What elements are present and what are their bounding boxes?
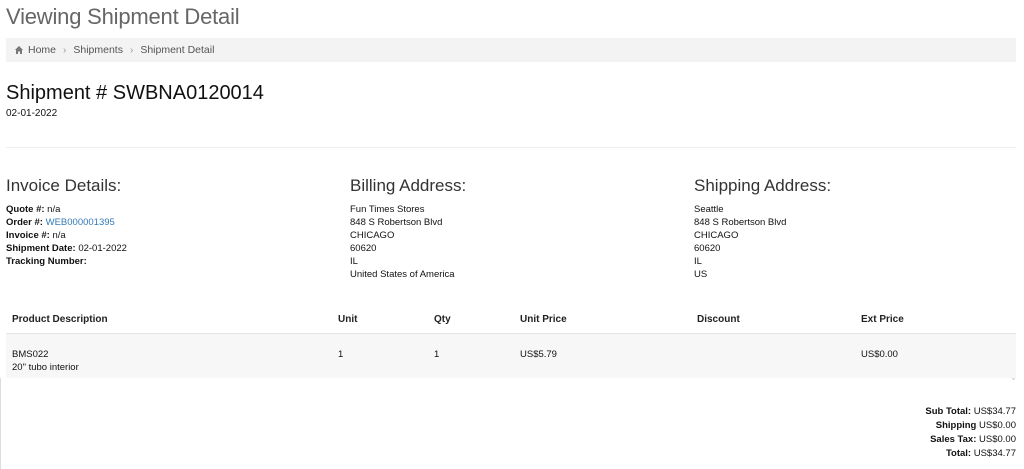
billing-address-heading: Billing Address:	[350, 176, 467, 195]
shipping-address-section: Shipping Address: Seattle 848 S Robertso…	[694, 176, 831, 281]
billing-address-line: 60620	[350, 243, 377, 254]
billing-address-line: Fun Times Stores	[350, 204, 425, 215]
unit-cell: 1	[338, 349, 344, 360]
column-header-ext-price: Ext Price	[861, 314, 904, 325]
invoice-details-heading: Invoice Details:	[6, 176, 122, 195]
breadcrumb-separator: ›	[129, 44, 134, 56]
product-sku: BMS022	[12, 349, 49, 360]
shipping-total-line: Shipping US$0.00	[935, 420, 1016, 431]
shipping-address-line: US	[694, 269, 708, 280]
product-description: 20" tubo interior	[12, 362, 79, 373]
shipping-address-line: CHICAGO	[694, 230, 739, 241]
column-header-product-description: Product Description	[12, 314, 108, 325]
page-title: Viewing Shipment Detail	[6, 4, 240, 29]
order-number-link[interactable]: WEB000001395	[46, 217, 115, 228]
left-edge-line	[0, 378, 1, 469]
order-totals: Sub Total: US$34.77 Shipping US$0.00 Sal…	[925, 405, 1016, 461]
shipping-address-line: 60620	[694, 243, 721, 254]
billing-address-line: United States of America	[350, 269, 455, 280]
product-description-cell: BMS022 20" tubo interior	[6, 348, 332, 374]
ext-price-cell: US$0.00	[861, 349, 898, 360]
grand-total-line: Total: US$34.77	[945, 448, 1016, 459]
sales-tax-line: Sales Tax: US$0.00	[930, 434, 1016, 445]
billing-address-section: Billing Address: Fun Times Stores 848 S …	[350, 176, 466, 281]
column-header-unit-price: Unit Price	[520, 314, 567, 325]
home-icon	[15, 46, 23, 54]
column-header-discount: Discount	[697, 314, 740, 325]
shipping-address-heading: Shipping Address:	[694, 176, 832, 195]
subtotal-line: Sub Total: US$34.77	[925, 406, 1016, 417]
qty-cell: 1	[434, 349, 440, 360]
quote-number: Quote #: n/a	[6, 204, 61, 215]
shipping-address-line: IL	[694, 256, 702, 267]
breadcrumb: Home › Shipments › Shipment Detail	[6, 38, 1016, 62]
invoice-details-section: Invoice Details: Quote #: n/a Order #: W…	[6, 176, 127, 268]
order-number: Order #: WEB000001395	[6, 217, 115, 228]
unit-price-cell: US$5.79	[520, 349, 557, 360]
column-header-qty: Qty	[434, 314, 451, 325]
billing-address-line: CHICAGO	[350, 230, 395, 241]
shipping-address-line: 848 S Robertson Blvd	[694, 217, 787, 228]
tracking-number: Tracking Number:	[6, 256, 87, 267]
breadcrumb-separator: ›	[63, 44, 67, 56]
scroll-tick-mark: ˇ	[1012, 377, 1015, 387]
invoice-number: Invoice #: n/a	[6, 230, 66, 241]
shipping-address-line: Seattle	[694, 204, 724, 215]
column-header-unit: Unit	[338, 314, 358, 325]
table-row: BMS022 20" tubo interior 1 1 US$5.79 US$…	[6, 334, 1016, 378]
table-header: Product Description Unit Qty Unit Price …	[6, 306, 1016, 334]
billing-address-line: 848 S Robertson Blvd	[350, 217, 443, 228]
billing-address-line: IL	[350, 256, 358, 267]
divider	[6, 147, 1016, 148]
items-table: Product Description Unit Qty Unit Price …	[6, 306, 1016, 378]
shipment-title: Shipment # SWBNA0120014	[6, 82, 264, 104]
breadcrumb-home-link[interactable]: Home	[28, 44, 56, 56]
shipment-date-field: Shipment Date: 02-01-2022	[6, 243, 127, 254]
breadcrumb-current: Shipment Detail	[140, 44, 215, 56]
breadcrumb-shipments-link[interactable]: Shipments	[73, 44, 123, 56]
shipment-date: 02-01-2022	[6, 108, 58, 119]
